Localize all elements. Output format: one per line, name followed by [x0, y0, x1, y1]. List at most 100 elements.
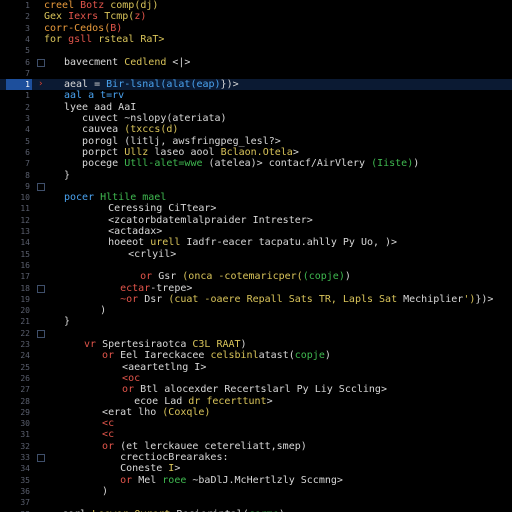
- code-line[interactable]: 37: [0, 497, 512, 508]
- code-token: Bclaon.Otela: [220, 146, 293, 158]
- code-token: laseo aool: [154, 146, 221, 158]
- code-line[interactable]: 5: [0, 45, 512, 56]
- line-number: 4: [25, 125, 30, 135]
- code-line[interactable]: 23 vr Spertesiraotca C3L RAAT): [0, 339, 512, 350]
- code-token: creel: [44, 0, 75, 11]
- code-token: (atelea)> contacf/AirVlery: [208, 158, 372, 170]
- code-text: <zcatorbdatemlalpraider Intrester>: [84, 215, 313, 226]
- code-line[interactable]: 14 hoeeot urell Iadfr-eacer tacpatu.ahll…: [0, 237, 512, 248]
- code-token: ): [279, 509, 285, 512]
- code-line[interactable]: 4 cauvea (txccs(d): [0, 124, 512, 135]
- code-token: }: [64, 169, 71, 181]
- code-line[interactable]: 16: [0, 260, 512, 271]
- code-token: ectar: [84, 282, 151, 294]
- code-token: or: [84, 350, 121, 362]
- code-line[interactable]: 38 corl Leewer Oyrert Recierintal(corme): [0, 509, 512, 512]
- code-line[interactable]: 30 <c: [0, 418, 512, 429]
- code-line[interactable]: 26 <oc: [0, 373, 512, 384]
- code-line[interactable]: 1 aal a t=rv: [0, 90, 512, 101]
- code-token: pocer: [64, 192, 101, 204]
- code-token: <crlyil>: [104, 248, 177, 260]
- line-number: 38: [18, 509, 30, 512]
- code-line[interactable]: 12 <zcatorbdatemlalpraider Intrester>: [0, 215, 512, 226]
- fold-marker-icon[interactable]: [37, 329, 45, 338]
- code-line[interactable]: 3 corr-Cedos(B): [0, 23, 512, 34]
- code-token: ~baDlJ.McHertlzly Sccmng>: [192, 474, 343, 486]
- code-line[interactable]: 29 <erat lho (Coxqle): [0, 407, 512, 418]
- code-line[interactable]: 7 pocege Utll-alet=wwe (atelea)> contacf…: [0, 158, 512, 169]
- code-line[interactable]: 17 or Gsr (onca -cotemaricper((copje)): [0, 271, 512, 282]
- line-number: 28: [20, 396, 30, 406]
- code-line[interactable]: 28 ecoe Lad dr fecerttunt>: [0, 396, 512, 407]
- code-token: Tcmp(: [104, 11, 135, 23]
- code-token: (cuat -oaere Repall Sats TR, Lapls Sat: [168, 293, 404, 305]
- code-token: hoeeot: [84, 237, 151, 249]
- code-line[interactable]: 1 creel Botz comp(dj): [0, 0, 512, 11]
- code-text: or (et lerckauee cetereliatt,smep): [84, 441, 307, 452]
- line-number: 24: [20, 351, 30, 361]
- code-text: porpct Ullz laseo aool Bclaon.Otela>: [64, 147, 299, 158]
- fold-marker-icon[interactable]: [37, 284, 45, 293]
- code-text: vr Spertesiraotca C3L RAAT): [84, 339, 247, 350]
- code-token: Eel Iareckacee: [120, 350, 211, 362]
- code-text: }: [64, 316, 70, 327]
- code-line[interactable]: 4 for gsll rsteal RaT>: [0, 34, 512, 45]
- line-number: 1: [25, 91, 30, 101]
- code-line[interactable]: 15 <crlyil>: [0, 249, 512, 260]
- code-line[interactable]: 25 <aeartetlng I>: [0, 362, 512, 373]
- code-token: dr fecerttunt: [188, 395, 267, 407]
- code-token: atast(: [258, 350, 295, 362]
- code-line[interactable]: 20 ): [0, 305, 512, 316]
- code-line[interactable]: 32 or (et lerckauee cetereliatt,smep): [0, 441, 512, 452]
- line-number: 2: [25, 12, 30, 22]
- code-line[interactable]: 27 or Btl alocexder Recertslarl Py Liy S…: [0, 384, 512, 395]
- code-text: or Eel Iareckacee celsbinlatast(copje): [84, 350, 331, 361]
- code-line[interactable]: 1 › aeal = Bir-lsnal(alat(eap)})>: [0, 79, 512, 91]
- code-token: z): [134, 11, 147, 23]
- code-line[interactable]: 21}: [0, 316, 512, 327]
- code-token: (onca -cotemaricper(: [182, 271, 303, 283]
- code-line[interactable]: 2 lyee aad AaI: [0, 102, 512, 113]
- code-line[interactable]: 13 <actadax>: [0, 226, 512, 237]
- code-line[interactable]: 6 porpct Ullz laseo aool Bclaon.Otela>: [0, 147, 512, 158]
- code-line[interactable]: 5 porogl (litlj, awsfringpeg_lesl?>: [0, 136, 512, 147]
- code-line[interactable]: 6 bavecment Cedlend <|>: [0, 57, 512, 68]
- code-line[interactable]: 2 Gex Iexrs Tcmp(z): [0, 11, 512, 22]
- line-number: 23: [20, 340, 30, 349]
- code-token: Mechiplier: [403, 293, 464, 305]
- code-line[interactable]: 18 ectar-trepe>: [0, 283, 512, 294]
- code-line[interactable]: 3 cuvect ~nslopy(ateriata): [0, 113, 512, 124]
- line-number: 32: [20, 441, 30, 451]
- code-line[interactable]: 33 crectiocBrearakes:: [0, 452, 512, 463]
- code-line[interactable]: 36 ): [0, 486, 512, 497]
- code-token: Mel: [138, 474, 163, 486]
- code-token: Iadfr-eacer tacpatu.ahlly Py Uo, )>: [186, 237, 398, 249]
- code-line[interactable]: 11 Ceressing CiTtear>: [0, 203, 512, 214]
- code-line[interactable]: 22: [0, 328, 512, 339]
- code-line[interactable]: 7: [0, 68, 512, 79]
- code-line[interactable]: 34 Coneste I>: [0, 463, 512, 474]
- line-number: 7: [25, 68, 30, 78]
- code-token: Gsr: [158, 271, 183, 283]
- line-number: 4: [25, 34, 30, 44]
- code-line[interactable]: 31 <c: [0, 429, 512, 440]
- fold-marker-icon[interactable]: [37, 182, 45, 191]
- code-token: Spertesiraotca: [102, 339, 193, 350]
- code-token: <erat lho: [84, 406, 163, 418]
- fold-marker-icon[interactable]: [37, 58, 45, 67]
- fold-marker-icon[interactable]: [37, 454, 45, 462]
- code-token: or: [104, 384, 141, 396]
- code-text: lyee aad AaI: [64, 102, 136, 113]
- code-line[interactable]: 8}: [0, 170, 512, 181]
- code-line[interactable]: 19 ~or Dsr (cuat -oaere Repall Sats TR, …: [0, 294, 512, 305]
- code-text: <oc: [104, 373, 140, 384]
- line-number: 31: [20, 430, 30, 440]
- code-token: (Iiste): [371, 158, 414, 170]
- code-line[interactable]: 9: [0, 181, 512, 192]
- code-editor[interactable]: 1 creel Botz comp(dj) 2 Gex Iexrs Tcmp(z) 3 c…: [0, 0, 512, 512]
- code-line[interactable]: 10 pocer Hltile mael: [0, 192, 512, 203]
- code-line[interactable]: 35 or Mel roee ~baDlJ.McHertlzly Sccmng>: [0, 475, 512, 486]
- line-number: 18: [20, 283, 30, 293]
- code-text: pocege Utll-alet=wwe (atelea)> contacf/A…: [64, 158, 419, 169]
- code-line[interactable]: 24 or Eel Iareckacee celsbinlatast(copje…: [0, 350, 512, 361]
